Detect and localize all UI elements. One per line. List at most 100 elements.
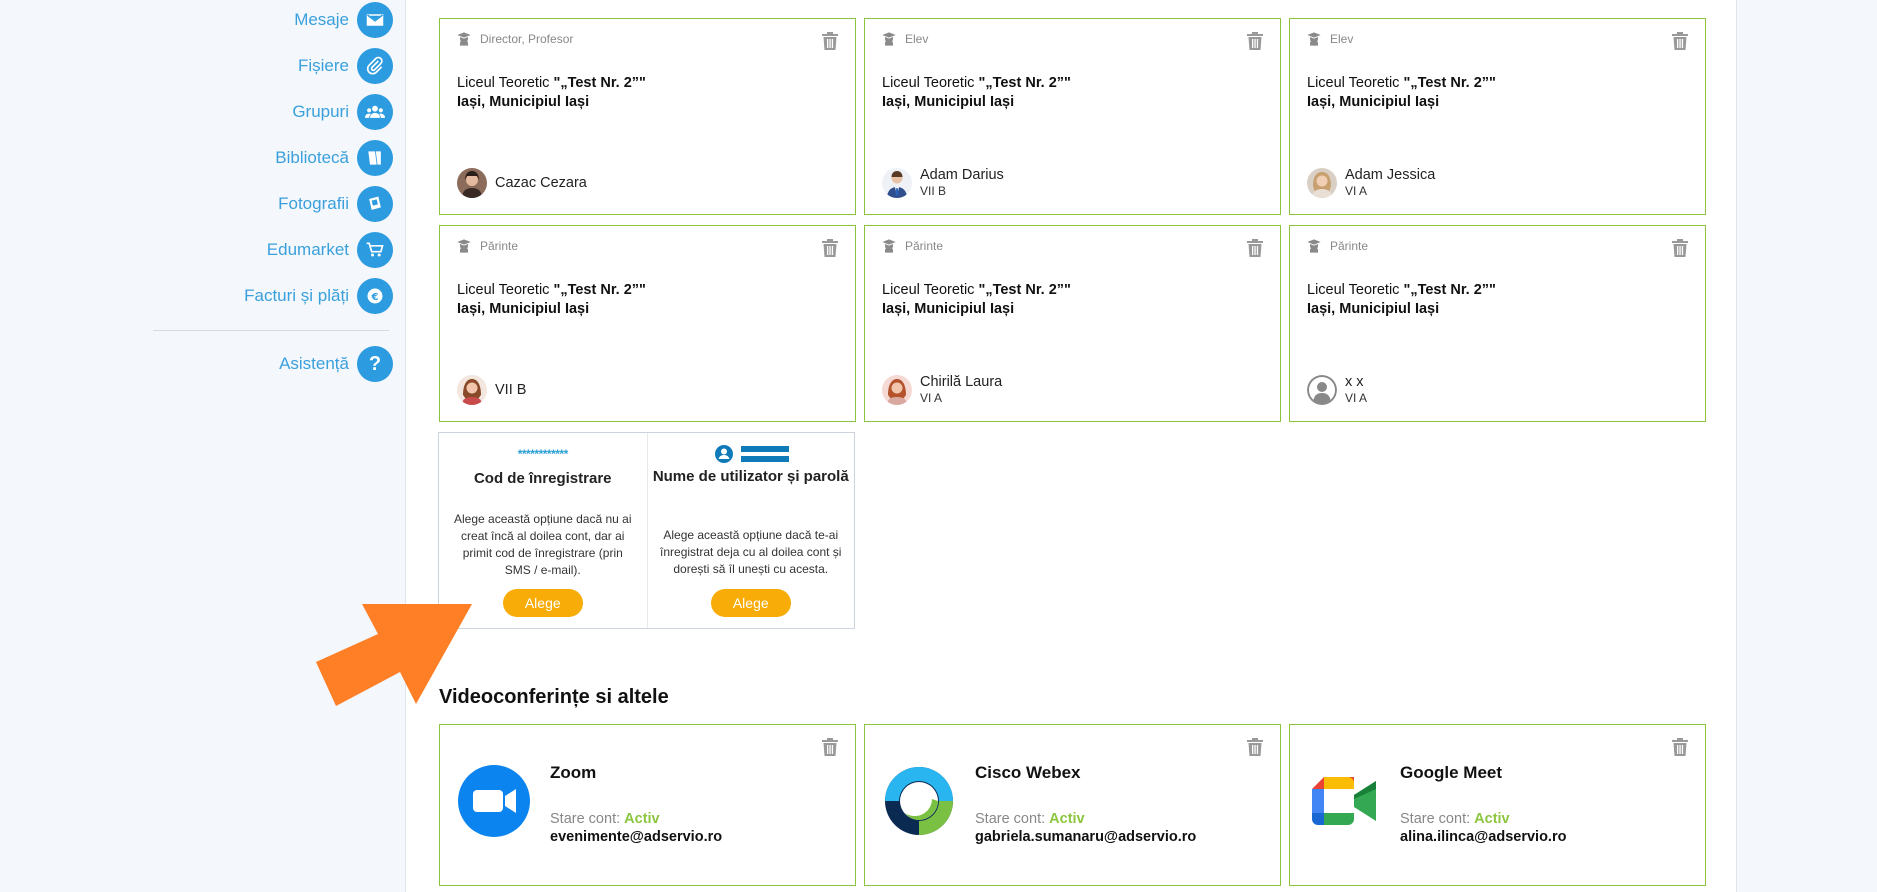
account-school: Liceul Teoretic "„Test Nr. 2”" Iași, Mun…: [882, 74, 1071, 112]
account-card[interactable]: Elev Liceul Teoretic "„Test Nr. 2”" Iași…: [864, 18, 1281, 215]
status-label: Stare cont:: [550, 811, 625, 827]
school-name: "„Test Nr. 2”": [1403, 282, 1496, 298]
sidebar-item-fisiere[interactable]: Fișiere: [298, 46, 393, 86]
account-role: Director, Profesor: [456, 31, 573, 47]
person-name: Chirilă Laura: [920, 374, 1003, 390]
school-name: "„Test Nr. 2”": [553, 75, 646, 91]
account-role-text: Părinte: [1330, 239, 1369, 253]
avatar: [882, 167, 912, 198]
help-icon: ?: [357, 346, 393, 382]
account-email: alina.ilinca@adservio.ro: [1400, 829, 1567, 845]
videoconf-name: Cisco Webex: [975, 763, 1081, 782]
school-location: Iași, Municipiul Iași: [882, 301, 1015, 317]
videoconf-card-meet[interactable]: Google Meet Stare cont: Activ alina.ilin…: [1289, 724, 1706, 886]
account-role: Părinte: [1306, 238, 1368, 254]
main-panel: Director, Profesor Liceul Teoretic "„Tes…: [405, 0, 1737, 892]
avatar: [457, 168, 487, 198]
school-name-prefix: Liceul Teoretic: [882, 282, 979, 298]
sidebar-item-label: Grupuri: [292, 102, 349, 121]
account-card[interactable]: Părinte Liceul Teoretic "„Test Nr. 2”" I…: [439, 225, 856, 422]
account-person: VII B: [457, 375, 526, 405]
videoconf-card-zoom[interactable]: Zoom Stare cont: Activ evenimente@adserv…: [439, 724, 856, 886]
account-person: Cazac Cezara: [457, 168, 587, 198]
school-location: Iași, Municipiul Iași: [1307, 301, 1440, 317]
add-account-options: ************ Cod de înregistrare Alege a…: [438, 432, 855, 629]
trash-icon[interactable]: [1671, 737, 1689, 757]
choose-code-button[interactable]: Alege: [502, 589, 583, 617]
sidebar-item-edumarket[interactable]: Edumarket: [267, 230, 393, 270]
account-status: Stare cont: Activ: [550, 811, 660, 827]
sidebar-item-fotografii[interactable]: Fotografii: [278, 184, 393, 224]
sidebar-item-facturi[interactable]: Facturi și plăți €: [244, 276, 393, 316]
trash-icon[interactable]: [1246, 31, 1264, 51]
videoconf-name: Google Meet: [1400, 763, 1503, 782]
account-card[interactable]: Părinte Liceul Teoretic "„Test Nr. 2”" I…: [1289, 225, 1706, 422]
trash-icon[interactable]: [1671, 31, 1689, 51]
asterisk-icon: ************: [517, 447, 569, 461]
school-name: "„Test Nr. 2”": [553, 282, 646, 298]
avatar: [882, 374, 912, 405]
graduate-icon: [882, 239, 896, 253]
sidebar-item-label: Fotografii: [278, 194, 349, 213]
account-role: Elev: [1306, 31, 1353, 47]
sidebar-item-biblioteca[interactable]: Bibliotecă: [275, 138, 393, 178]
school-location: Iași, Municipiul Iași: [1307, 94, 1440, 110]
status-label: Stare cont:: [1400, 811, 1475, 827]
account-role-text: Elev: [905, 32, 929, 46]
trash-icon[interactable]: [1246, 737, 1264, 757]
school-location: Iași, Municipiul Iași: [457, 301, 590, 317]
sidebar-item-label: Edumarket: [266, 240, 349, 259]
account-email: gabriela.sumanaru@adservio.ro: [975, 829, 1197, 845]
choose-login-button[interactable]: Alege: [710, 589, 791, 617]
status-label: Stare cont:: [975, 811, 1050, 827]
account-school: Liceul Teoretic "„Test Nr. 2”" Iași, Mun…: [1307, 74, 1496, 112]
school-name: "„Test Nr. 2”": [978, 75, 1071, 91]
sidebar-item-mesaje[interactable]: Mesaje: [294, 0, 393, 40]
person-class: VI A: [1345, 391, 1368, 405]
orange-arrow-icon: [312, 604, 472, 706]
sidebar-item-asistenta[interactable]: Asistență ?: [279, 344, 393, 384]
account-card[interactable]: Director, Profesor Liceul Teoretic "„Tes…: [439, 18, 856, 215]
svg-text:€: €: [371, 292, 379, 303]
person-name: Cazac Cezara: [495, 174, 587, 191]
photo-icon: [357, 186, 393, 222]
graduate-icon: [1307, 239, 1321, 253]
envelope-icon: [357, 2, 393, 38]
videoconf-name: Zoom: [550, 763, 597, 782]
account-role: Părinte: [881, 238, 943, 254]
account-school: Liceul Teoretic "„Test Nr. 2”" Iași, Mun…: [882, 281, 1071, 319]
status-value: Activ: [624, 811, 660, 827]
option-description: Alege această opțiune dacă te-ai înregis…: [660, 528, 842, 576]
graduate-icon: [1307, 32, 1321, 46]
trash-icon[interactable]: [1671, 238, 1689, 258]
sidebar-item-grupuri[interactable]: Grupuri: [292, 92, 393, 132]
videoconf-card-webex[interactable]: Cisco Webex Stare cont: Activ gabriela.s…: [864, 724, 1281, 886]
trash-icon[interactable]: [821, 737, 839, 757]
status-value: Activ: [1474, 811, 1510, 827]
cart-icon: [357, 232, 393, 268]
account-card[interactable]: Părinte Liceul Teoretic "„Test Nr. 2”" I…: [864, 225, 1281, 422]
school-name-prefix: Liceul Teoretic: [457, 282, 554, 298]
avatar: [1307, 167, 1337, 198]
trash-icon[interactable]: [821, 238, 839, 258]
option-title: Cod de înregistrare: [473, 470, 612, 487]
username-password-option: Nume de utilizator și parolă Alege aceas…: [646, 433, 855, 628]
trash-icon[interactable]: [821, 31, 839, 51]
trash-icon[interactable]: [1246, 238, 1264, 258]
euro-icon: €: [357, 278, 393, 314]
paperclip-icon: [357, 48, 393, 84]
school-name: "„Test Nr. 2”": [1403, 75, 1496, 91]
sidebar-item-label: Mesaje: [294, 10, 349, 29]
account-card[interactable]: Elev Liceul Teoretic "„Test Nr. 2”" Iași…: [1289, 18, 1706, 215]
graduate-icon: [457, 32, 471, 46]
person-name: Adam Jessica: [1345, 167, 1436, 183]
school-name-prefix: Liceul Teoretic: [882, 75, 979, 91]
school-name: "„Test Nr. 2”": [978, 282, 1071, 298]
sidebar-item-label: Bibliotecă: [275, 148, 349, 167]
person-class: VII B: [920, 184, 947, 198]
account-person: Adam Jessica VI A: [1307, 167, 1435, 198]
webex-logo-icon: [883, 765, 955, 837]
registration-code-option: ************ Cod de înregistrare Alege a…: [439, 433, 647, 628]
status-value: Activ: [1049, 811, 1085, 827]
account-role: Elev: [881, 31, 928, 47]
